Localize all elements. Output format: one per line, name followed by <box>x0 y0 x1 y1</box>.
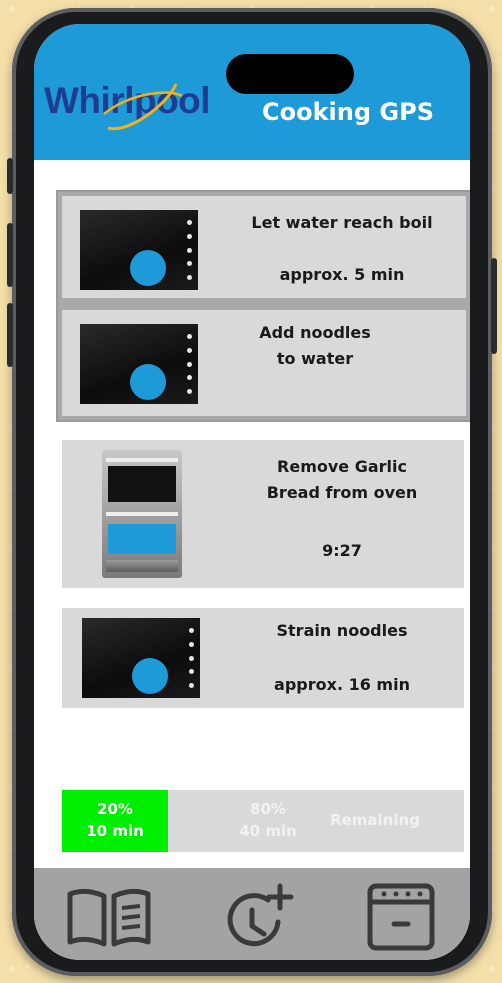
step-title-line1: Remove Garlic <box>277 457 407 476</box>
volume-up-button <box>7 223 13 287</box>
step-time: approx. 16 min <box>274 675 410 694</box>
step-card[interactable]: Let water reach boil approx. 5 min <box>62 196 466 298</box>
cooktop-icon <box>80 324 198 404</box>
step-title: Let water reach boil <box>251 213 433 232</box>
step-card[interactable]: Add noodles to water <box>62 310 466 416</box>
step-time: approx. 5 min <box>279 265 405 284</box>
progress-remaining-label: Remaining <box>330 811 420 829</box>
step-card[interactable]: Strain noodles approx. 16 min <box>62 608 464 708</box>
step-title: Add noodles to water <box>259 323 371 368</box>
active-step-group: Let water reach boil approx. 5 min Add n… <box>56 190 470 422</box>
progress-done-time: 10 min <box>86 822 144 840</box>
add-timer-icon[interactable] <box>210 882 300 952</box>
wall-oven-icon <box>102 450 182 578</box>
camera-notch <box>226 54 354 94</box>
step-timer: 9:27 <box>322 541 362 560</box>
page-title: Cooking GPS <box>262 98 434 126</box>
step-card[interactable]: Remove Garlic Bread from oven 9:27 <box>62 440 464 588</box>
progress-remaining-time: 40 min <box>239 822 297 840</box>
app-screen: Whirlpool Cooking GPS Let water reach bo… <box>34 24 470 960</box>
oven-icon[interactable] <box>356 882 446 952</box>
bottom-nav-bar <box>34 868 470 960</box>
step-title-line2: Bread from oven <box>266 483 418 502</box>
cooktop-icon <box>80 210 198 290</box>
volume-down-button <box>7 303 13 367</box>
power-button <box>491 258 497 354</box>
cooktop-icon <box>82 618 200 698</box>
step-title: Strain noodles <box>276 621 408 640</box>
progress-done-percent: 20% <box>97 800 133 818</box>
progress-remaining-percent: 80% <box>250 800 286 818</box>
side-button <box>7 158 13 194</box>
logo-swoosh-icon <box>103 83 183 131</box>
book-icon[interactable] <box>64 882 154 952</box>
cooking-progress-bar: 20% 10 min 80% 40 min Remaining <box>62 790 464 852</box>
